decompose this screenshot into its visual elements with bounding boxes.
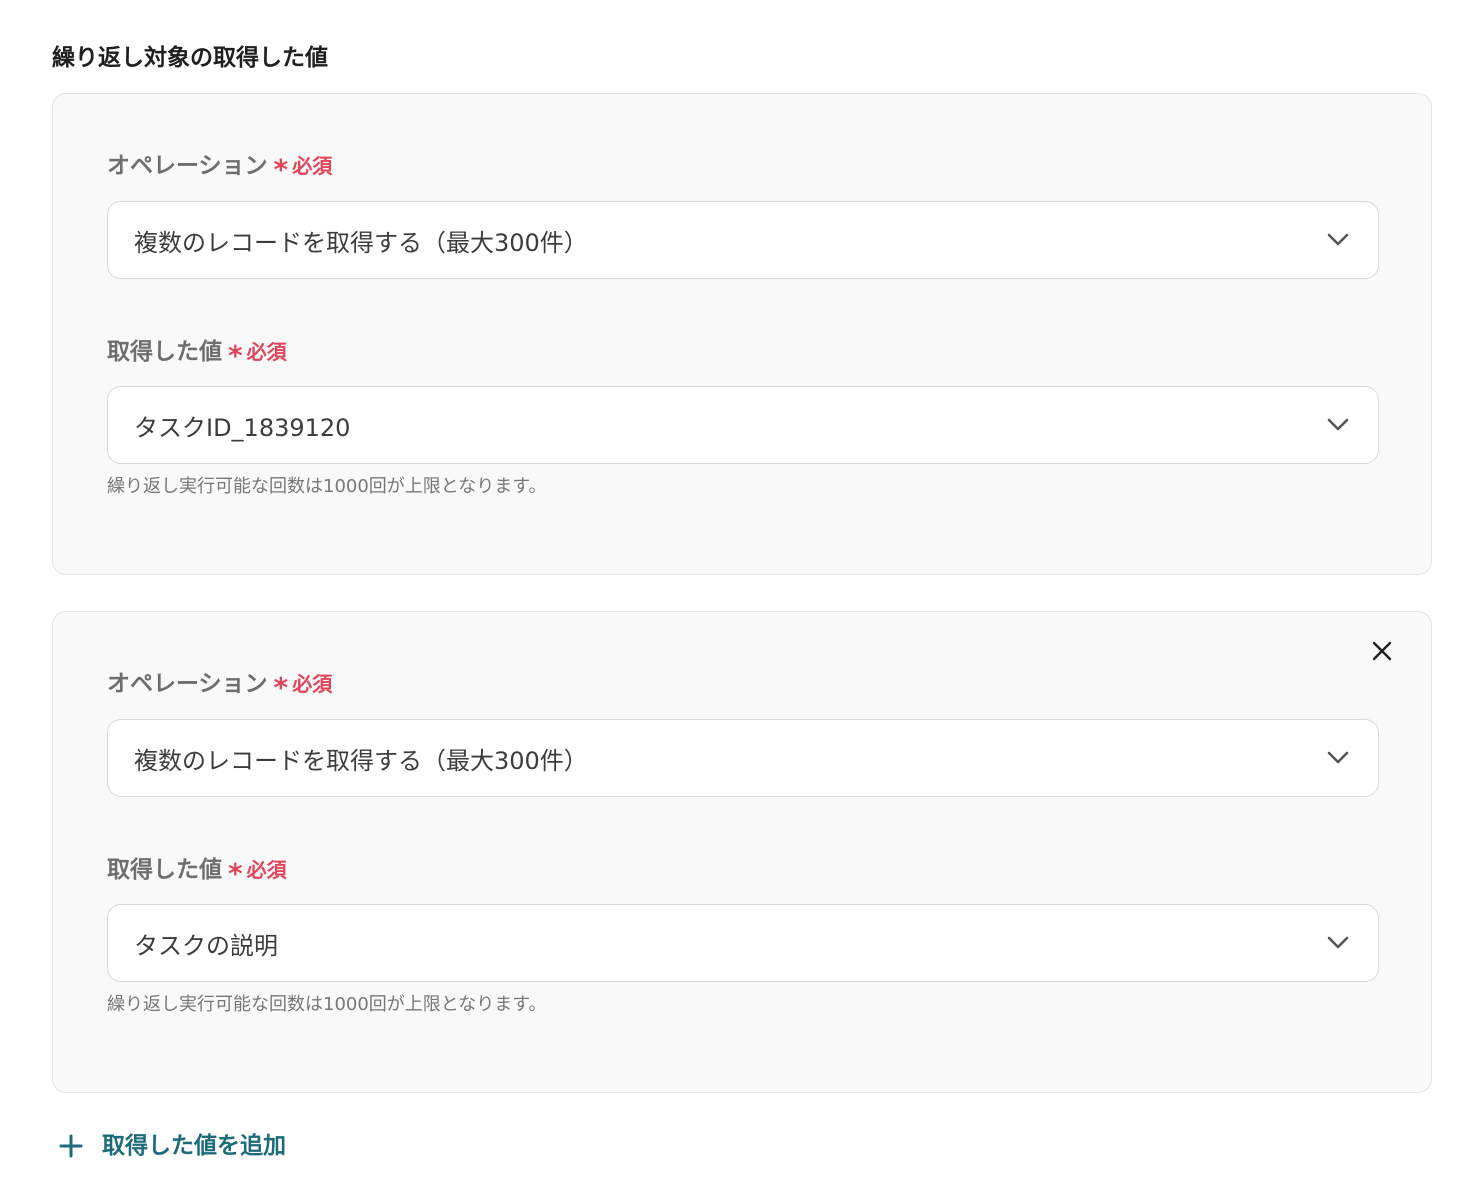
remove-card-button[interactable] [1367,636,1397,666]
required-asterisk: * [273,153,289,186]
value-select-value: タスクID_1839120 [134,413,351,442]
helper-text-2: 繰り返し実行可能な回数は1000回が上限となります。 [107,994,547,1015]
value-select-value: タスクの説明 [134,931,278,960]
loop-target-card-1: オペレーション * 必須 複数のレコードを取得する（最大300件） 取得した値 … [52,93,1432,575]
required-asterisk: * [228,339,243,372]
value-label-1: 取得した値 * 必須 [107,336,287,372]
chevron-down-icon [1324,226,1352,254]
loop-target-card-2: オペレーション * 必須 複数のレコードを取得する（最大300件） 取得した値 … [52,611,1432,1093]
required-badge: 必須 [246,340,287,364]
value-label-2: 取得した値 * 必須 [107,854,287,890]
plus-icon [56,1131,86,1161]
operation-label-text: オペレーション [107,671,268,697]
chevron-down-icon [1324,929,1352,957]
operation-label-text: オペレーション [107,153,268,179]
required-badge: 必須 [246,858,287,882]
helper-text-1: 繰り返し実行可能な回数は1000回が上限となります。 [107,476,547,497]
required-asterisk: * [228,857,243,890]
operation-select-value: 複数のレコードを取得する（最大300件） [134,228,588,257]
chevron-down-icon [1324,744,1352,772]
required-badge: 必須 [292,154,333,178]
value-label-text: 取得した値 [107,857,222,883]
close-icon [1371,640,1393,662]
chevron-down-icon [1324,411,1352,439]
operation-label-2: オペレーション * 必須 [107,668,333,704]
value-label-text: 取得した値 [107,339,222,365]
operation-select-value: 複数のレコードを取得する（最大300件） [134,746,588,775]
operation-label-1: オペレーション * 必須 [107,150,333,186]
required-badge: 必須 [292,672,333,696]
add-value-button[interactable]: 取得した値を追加 [56,1128,286,1164]
section-title: 繰り返し対象の取得した値 [52,45,328,71]
required-asterisk: * [273,671,289,704]
value-select-1[interactable]: タスクID_1839120 [107,386,1379,464]
add-value-label: 取得した値を追加 [102,1133,286,1159]
operation-select-1[interactable]: 複数のレコードを取得する（最大300件） [107,201,1379,279]
operation-select-2[interactable]: 複数のレコードを取得する（最大300件） [107,719,1379,797]
value-select-2[interactable]: タスクの説明 [107,904,1379,982]
